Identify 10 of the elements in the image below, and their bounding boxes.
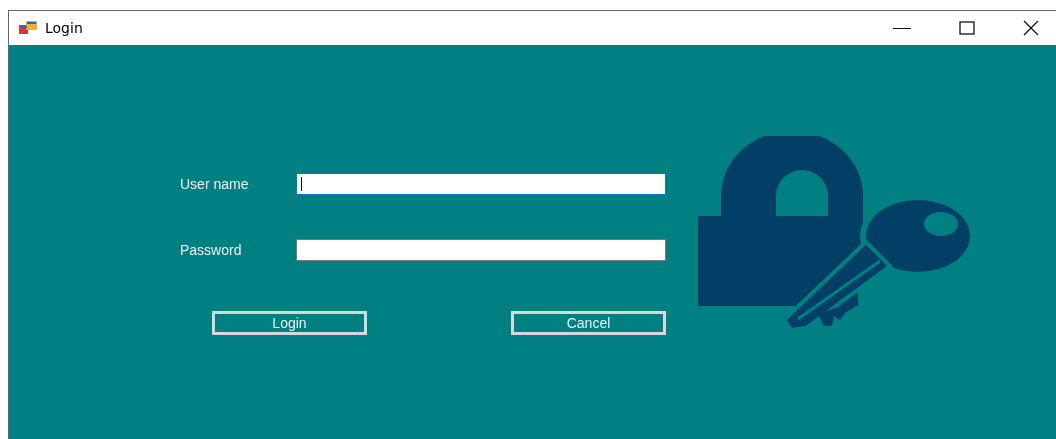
dialog-button[interactable]: Cancel	[511, 311, 666, 335]
maximize-icon[interactable]	[959, 20, 975, 36]
app-icon	[19, 21, 37, 35]
window-title: Login	[45, 20, 83, 36]
field-label: User name	[180, 176, 250, 192]
dialog-button[interactable]: Login	[212, 311, 367, 335]
text-field[interactable]	[296, 173, 666, 195]
text-field[interactable]	[296, 239, 666, 261]
field-label: Password	[180, 242, 243, 258]
close-icon[interactable]	[1023, 20, 1039, 36]
